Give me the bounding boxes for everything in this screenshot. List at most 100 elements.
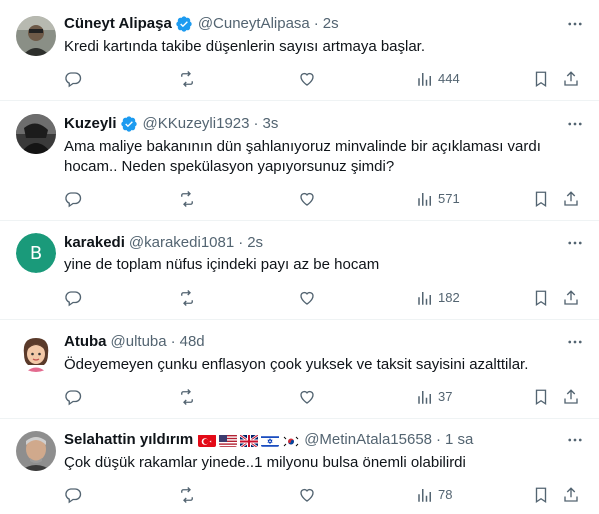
timestamp[interactable]: 1 sa [445, 430, 473, 450]
reply-icon [64, 486, 82, 504]
avatar[interactable] [16, 16, 56, 56]
tweet-header: Selahattin yıldırım @MetinAtala15658 · 1… [64, 430, 559, 450]
bookmark-button[interactable] [532, 288, 550, 308]
avatar[interactable] [16, 332, 56, 372]
timestamp[interactable]: 2s [323, 14, 339, 34]
usa-flag-icon [219, 434, 238, 447]
like-icon [298, 388, 316, 406]
tweet-header: Kuzeyli @KKuzeyli1923 · 3s [64, 114, 559, 134]
tweet-header: Atuba @ultuba · 48d [64, 332, 559, 352]
tweet-actions: 444 [64, 69, 585, 89]
views-icon [416, 190, 434, 208]
display-name[interactable]: karakedi [64, 233, 125, 253]
display-name[interactable]: Selahattin yıldırım [64, 430, 193, 450]
reply-button[interactable] [64, 387, 82, 407]
views-icon [416, 486, 434, 504]
like-icon [298, 486, 316, 504]
views-button[interactable]: 571 [416, 189, 460, 209]
like-button[interactable] [298, 189, 316, 209]
share-button[interactable] [562, 485, 580, 505]
reply-icon [64, 289, 82, 307]
tweet[interactable]: Cüneyt Alipaşa @CuneytAlipasa · 2s Kredi… [0, 0, 599, 101]
verified-badge-icon [120, 115, 138, 133]
like-icon [298, 70, 316, 88]
avatar[interactable] [16, 114, 56, 154]
like-button[interactable] [298, 387, 316, 407]
more-icon[interactable] [565, 332, 585, 352]
retweet-button[interactable] [177, 288, 197, 308]
tweet-text: Kredi kartında takibe düşenlerin sayısı … [64, 38, 426, 55]
user-handle[interactable]: @karakedi1081 [129, 233, 234, 253]
tweet-actions: 78 [64, 485, 585, 505]
display-name[interactable]: Kuzeyli [64, 114, 117, 134]
bookmark-button[interactable] [532, 387, 550, 407]
like-icon [298, 190, 316, 208]
share-button[interactable] [562, 387, 580, 407]
bookmark-button[interactable] [532, 189, 550, 209]
tweet[interactable]: Atuba @ultuba · 48d Ödeyemeyen çunku enf… [0, 320, 599, 419]
views-button[interactable]: 37 [416, 387, 452, 407]
timestamp[interactable]: 3s [262, 114, 278, 134]
share-button[interactable] [562, 189, 580, 209]
reply-button[interactable] [64, 485, 82, 505]
timestamp[interactable]: 2s [247, 233, 263, 253]
separator-dot: · [436, 431, 442, 448]
tweet-actions: 571 [64, 189, 585, 209]
separator-dot: · [253, 115, 259, 132]
retweet-button[interactable] [177, 189, 197, 209]
reply-button[interactable] [64, 69, 82, 89]
retweet-button[interactable] [177, 387, 197, 407]
views-icon [416, 70, 434, 88]
tweet-text: Ama maliye bakanının dün şahlanıyoruz mi… [64, 138, 541, 175]
tweet[interactable]: Kuzeyli @KKuzeyli1923 · 3s Ama maliye ba… [0, 101, 599, 221]
reply-icon [64, 388, 82, 406]
reply-icon [64, 190, 82, 208]
user-handle[interactable]: @KKuzeyli1923 [143, 114, 250, 134]
south-korea-flag-icon [282, 434, 301, 447]
share-icon [562, 289, 580, 307]
views-count: 182 [438, 290, 460, 305]
display-name[interactable]: Atuba [64, 332, 107, 352]
share-icon [562, 190, 580, 208]
more-icon[interactable] [565, 430, 585, 450]
tweet[interactable]: Selahattin yıldırım @MetinAtala15658 · 1… [0, 419, 599, 514]
user-handle[interactable]: @ultuba [111, 332, 167, 352]
more-icon[interactable] [565, 114, 585, 134]
more-icon[interactable] [565, 233, 585, 253]
reply-button[interactable] [64, 189, 82, 209]
retweet-icon [177, 70, 197, 88]
user-handle[interactable]: @MetinAtala15658 [304, 430, 432, 450]
bookmark-icon [532, 289, 550, 307]
reply-feed: Cüneyt Alipaşa @CuneytAlipasa · 2s Kredi… [0, 0, 599, 514]
views-count: 571 [438, 191, 460, 206]
like-icon [298, 289, 316, 307]
share-icon [562, 486, 580, 504]
views-count: 37 [438, 389, 453, 404]
reply-button[interactable] [64, 288, 82, 308]
tweet[interactable]: B karakedi @karakedi1081 · 2s yine de to… [0, 221, 599, 320]
share-icon [562, 70, 580, 88]
views-button[interactable]: 78 [416, 485, 452, 505]
retweet-button[interactable] [177, 69, 197, 89]
bookmark-button[interactable] [532, 485, 550, 505]
share-button[interactable] [562, 288, 580, 308]
avatar[interactable] [16, 431, 56, 471]
timestamp[interactable]: 48d [180, 332, 205, 352]
retweet-button[interactable] [177, 485, 197, 505]
bookmark-button[interactable] [532, 69, 550, 89]
views-icon [416, 388, 434, 406]
tweet-header: Cüneyt Alipaşa @CuneytAlipasa · 2s [64, 14, 559, 34]
retweet-icon [177, 388, 197, 406]
tweet-actions: 37 [64, 387, 585, 407]
share-button[interactable] [562, 69, 580, 89]
avatar[interactable]: B [16, 233, 56, 273]
like-button[interactable] [298, 69, 316, 89]
more-icon[interactable] [565, 14, 585, 34]
display-name[interactable]: Cüneyt Alipaşa [64, 14, 172, 34]
views-button[interactable]: 182 [416, 288, 460, 308]
like-button[interactable] [298, 288, 316, 308]
user-handle[interactable]: @CuneytAlipasa [198, 14, 310, 34]
like-button[interactable] [298, 485, 316, 505]
views-button[interactable]: 444 [416, 69, 460, 89]
views-count: 444 [438, 71, 460, 86]
